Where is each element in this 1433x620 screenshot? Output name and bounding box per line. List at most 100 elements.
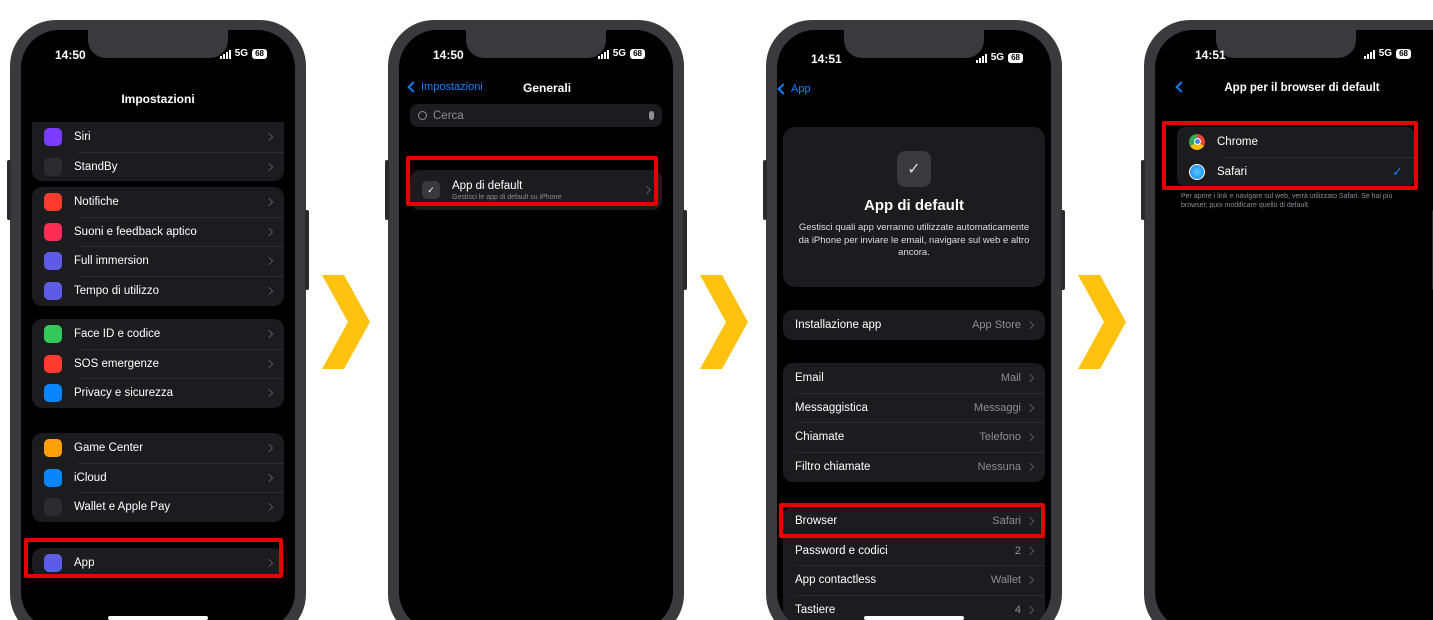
general-screen: 14:50 5G 68 Impostazioni Generali Cerca ✓… bbox=[399, 30, 673, 620]
chevron-right-icon bbox=[264, 443, 274, 453]
highlight-browser-row bbox=[779, 503, 1045, 538]
siri-icon bbox=[44, 127, 62, 146]
back-button[interactable]: Impostazioni bbox=[407, 81, 483, 93]
chevron-right-icon bbox=[1025, 546, 1035, 555]
row-label: Chiamate bbox=[795, 431, 845, 444]
highlight-app-row bbox=[24, 538, 283, 578]
cloud-icon bbox=[44, 468, 62, 487]
battery-icon: 68 bbox=[1008, 52, 1023, 63]
network-label: 5G bbox=[612, 48, 627, 59]
chevron-right-icon bbox=[264, 227, 274, 236]
bell-icon bbox=[44, 192, 62, 211]
info-card: ✓ App di default Gestisci quali app verr… bbox=[783, 127, 1045, 287]
default-app-row[interactable]: Messaggistica Messaggi bbox=[783, 392, 1045, 423]
next-arrow-icon bbox=[700, 275, 748, 374]
settings-item[interactable]: Face ID e codice bbox=[32, 319, 284, 349]
settings-item[interactable]: Suoni e feedback aptico bbox=[32, 216, 284, 247]
row-value: Messaggi bbox=[973, 401, 1021, 414]
highlight-default-apps bbox=[406, 156, 658, 206]
settings-item[interactable]: Full immersion bbox=[32, 246, 284, 276]
settings-item-label: Privacy e sicurezza bbox=[74, 387, 174, 400]
signal-icon bbox=[597, 49, 609, 59]
row-value: Nessuna bbox=[977, 460, 1021, 473]
settings-item[interactable]: Wallet e Apple Pay bbox=[32, 492, 284, 522]
settings-item[interactable]: Siri bbox=[32, 122, 284, 152]
settings-group: Face ID e codice SOS emergenze Privacy e s… bbox=[32, 319, 284, 409]
chevron-right-icon bbox=[264, 359, 274, 368]
chevron-right-icon bbox=[264, 256, 274, 266]
row-label: Filtro chiamate bbox=[795, 460, 871, 473]
next-arrow-icon bbox=[1078, 275, 1126, 374]
chevron-left-icon bbox=[407, 81, 419, 93]
settings-item[interactable]: Tempo di utilizzo bbox=[32, 276, 284, 306]
settings-item[interactable]: Game Center bbox=[32, 433, 284, 463]
phone-1: 14:50 5G 68 Impostazioni Siri StandBy Notif… bbox=[7, 20, 309, 620]
gamecenter-icon bbox=[44, 438, 62, 457]
default-app-row[interactable]: Filtro chiamate Nessuna bbox=[783, 452, 1045, 482]
chevron-right-icon bbox=[1025, 320, 1035, 330]
card-title: App di default bbox=[864, 197, 964, 214]
next-arrow-icon bbox=[322, 275, 370, 374]
sos-icon bbox=[44, 354, 62, 373]
row-value: Mail bbox=[1000, 371, 1021, 384]
row-value: App Store bbox=[972, 318, 1021, 331]
search-bar[interactable]: Cerca bbox=[410, 104, 662, 127]
search-input[interactable]: Cerca bbox=[433, 110, 649, 122]
speaker-icon bbox=[44, 222, 62, 241]
faceid-icon bbox=[44, 324, 62, 343]
network-label: 5G bbox=[234, 48, 249, 59]
default-app-row[interactable]: Chiamate Telefono bbox=[783, 422, 1045, 452]
settings-item[interactable]: iCloud bbox=[32, 462, 284, 493]
default-app-row[interactable]: Installazione app App Store bbox=[783, 310, 1045, 340]
browser-select-screen: 14:51 5G 68 App per il browser di default… bbox=[1155, 30, 1433, 620]
row-value: Telefono bbox=[979, 431, 1021, 444]
microphone-icon[interactable] bbox=[649, 111, 654, 120]
chevron-right-icon bbox=[264, 197, 274, 207]
row-value: 4 bbox=[1014, 603, 1021, 616]
back-button[interactable] bbox=[1175, 81, 1187, 93]
home-indicator bbox=[108, 616, 208, 620]
page-title: Impostazioni bbox=[121, 92, 195, 106]
back-label: Impostazioni bbox=[421, 81, 483, 93]
chevron-right-icon bbox=[1025, 403, 1035, 412]
phone-2: 14:50 5G 68 Impostazioni Generali Cerca ✓… bbox=[385, 20, 687, 620]
chevron-right-icon bbox=[264, 473, 274, 482]
settings-item-label: StandBy bbox=[74, 160, 118, 173]
status-time: 14:51 bbox=[1195, 48, 1226, 62]
settings-item[interactable]: Privacy e sicurezza bbox=[32, 378, 284, 408]
home-indicator bbox=[864, 616, 964, 620]
chevron-right-icon bbox=[264, 286, 274, 296]
settings-item[interactable]: Notifiche bbox=[32, 187, 284, 217]
default-app-row[interactable]: Email Mail bbox=[783, 363, 1045, 393]
settings-item[interactable]: StandBy bbox=[32, 151, 284, 182]
default-app-row[interactable]: App contactless Wallet bbox=[783, 565, 1045, 595]
row-label: Email bbox=[795, 371, 824, 384]
install-group: Installazione app App Store bbox=[783, 310, 1045, 340]
wallet-icon bbox=[44, 498, 62, 517]
settings-group: Notifiche Suoni e feedback aptico Full imm… bbox=[32, 187, 284, 306]
default-app-row[interactable]: Password e codici 2 bbox=[783, 535, 1045, 566]
chevron-left-icon bbox=[1175, 81, 1187, 93]
status-time: 14:51 bbox=[811, 52, 842, 66]
status-time: 14:50 bbox=[433, 48, 464, 62]
settings-item-label: Tempo di utilizzo bbox=[74, 284, 160, 297]
row-value: Wallet bbox=[990, 574, 1021, 587]
row-label: Tastiere bbox=[795, 603, 836, 616]
search-icon bbox=[418, 111, 427, 120]
back-button[interactable]: App bbox=[777, 83, 811, 95]
status-time: 14:50 bbox=[55, 48, 86, 62]
settings-item[interactable]: SOS emergenze bbox=[32, 348, 284, 379]
chevron-right-icon bbox=[1025, 373, 1035, 383]
network-label: 5G bbox=[990, 52, 1005, 63]
signal-icon bbox=[975, 53, 987, 63]
battery-icon: 68 bbox=[630, 48, 645, 59]
back-label: App bbox=[791, 83, 811, 95]
status-bar: 14:50 5G 68 bbox=[399, 48, 673, 68]
row-label: Installazione app bbox=[795, 318, 882, 331]
settings-item-label: Full immersion bbox=[74, 255, 149, 268]
status-bar: 14:51 5G 68 bbox=[777, 52, 1051, 72]
row-label: App contactless bbox=[795, 574, 877, 587]
chevron-left-icon bbox=[777, 83, 789, 95]
battery-icon: 68 bbox=[1396, 48, 1411, 59]
chevron-right-icon bbox=[1025, 462, 1035, 472]
